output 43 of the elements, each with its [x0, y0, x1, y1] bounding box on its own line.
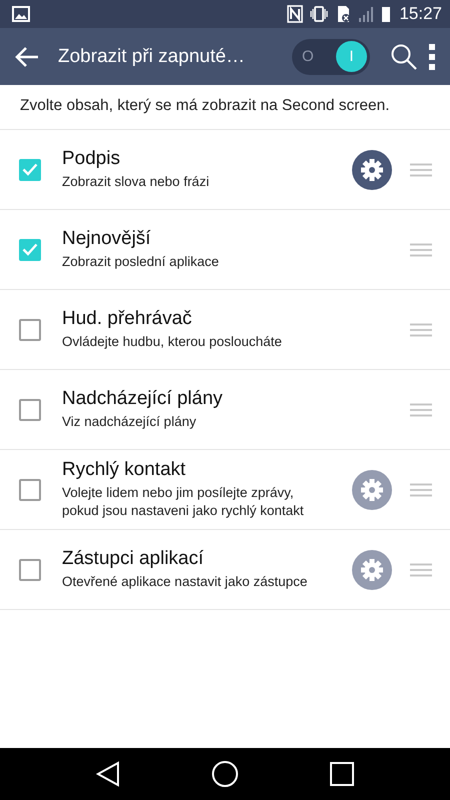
sd-card-icon	[335, 5, 352, 23]
recent-apps-icon[interactable]	[329, 761, 355, 787]
drag-handle-icon[interactable]	[410, 482, 432, 496]
drag-handle-icon[interactable]	[410, 242, 432, 256]
drag-handle-icon[interactable]	[410, 562, 432, 576]
item-description: Viz nadcházející plány	[62, 413, 198, 431]
back-arrow-icon[interactable]	[14, 46, 40, 68]
nfc-icon	[287, 5, 304, 23]
checkbox[interactable]	[19, 158, 41, 180]
item-title: Nadcházející plány	[62, 388, 224, 410]
item-description: Zobrazit slova nebo frázi	[62, 173, 210, 191]
drag-handle-icon[interactable]	[410, 322, 432, 336]
search-icon[interactable]	[390, 42, 418, 70]
checkbox[interactable]	[19, 398, 41, 420]
description-text: Zvolte obsah, který se má zobrazit na Second screen.	[0, 85, 450, 130]
switch-knob: I	[336, 41, 367, 72]
item-title: Zástupci aplikací	[62, 548, 205, 570]
toggle-switch[interactable]: O I	[292, 38, 370, 74]
battery-icon	[381, 5, 392, 23]
signal-icon	[357, 5, 376, 23]
checkbox[interactable]	[19, 318, 41, 340]
item-title: Podpis	[62, 148, 122, 170]
checkbox[interactable]	[19, 478, 41, 500]
vibrate-icon	[309, 5, 330, 23]
checkbox[interactable]	[19, 238, 41, 260]
item-title: Rychlý kontakt	[62, 459, 187, 482]
item-description: Ovládejte hudbu, kterou posloucháte	[62, 333, 283, 351]
off-label: O	[302, 48, 314, 65]
settings-icon[interactable]	[352, 150, 392, 190]
item-title: Nejnovější	[62, 228, 152, 250]
screen-title: Zobrazit při zapnuté…	[58, 46, 246, 68]
back-icon[interactable]	[95, 761, 121, 787]
home-icon[interactable]	[211, 760, 239, 788]
item-description: Zobrazit poslední aplikace	[62, 253, 220, 271]
drag-handle-icon[interactable]	[410, 162, 432, 176]
clock: 15:27	[399, 4, 442, 24]
item-title: Hud. přehrávač	[62, 308, 193, 330]
item-description: Volejte lidem nebo jim posílejte zprávy, pokud jsou nastaveni jako rychlý kontakt	[62, 484, 305, 520]
checkbox[interactable]	[19, 558, 41, 580]
more-menu-icon[interactable]	[428, 44, 436, 70]
drag-handle-icon[interactable]	[410, 402, 432, 416]
image-icon	[12, 6, 30, 22]
item-description: Otevřené aplikace nastavit jako zástupce	[62, 573, 308, 591]
